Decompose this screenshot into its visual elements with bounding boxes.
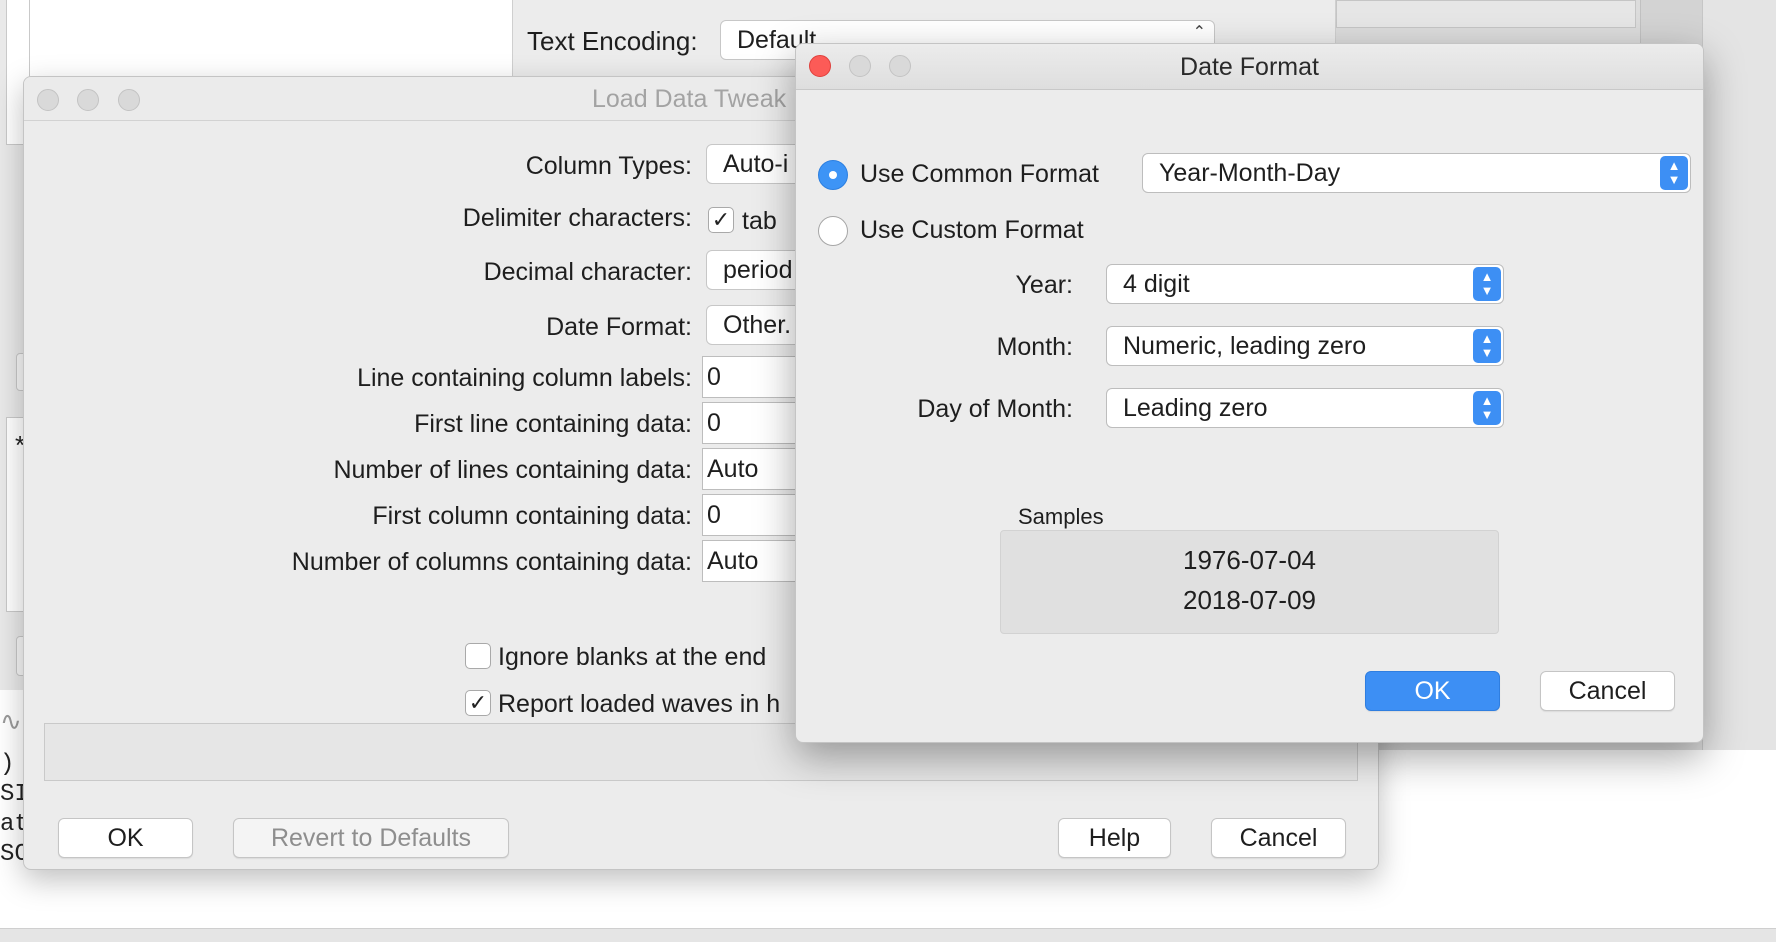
year-label: Year:	[1015, 271, 1073, 299]
report-waves-checkbox[interactable]: ✓	[465, 690, 491, 716]
day-of-month-popup[interactable]: Leading zero ▲ ▼	[1106, 388, 1504, 428]
year-popup[interactable]: 4 digit ▲ ▼	[1106, 264, 1504, 304]
month-label: Month:	[996, 333, 1073, 361]
close-window-button[interactable]	[37, 89, 59, 111]
num-columns-label: Number of columns containing data:	[291, 548, 692, 576]
ignore-blanks-checkbox[interactable]	[465, 643, 491, 669]
column-types-label: Column Types:	[525, 152, 692, 180]
zoom-window-button[interactable]	[118, 89, 140, 111]
delimiter-label: Delimiter characters:	[462, 204, 692, 232]
ok-button[interactable]: OK	[58, 818, 193, 858]
date-title-bar: Date Format	[796, 44, 1703, 90]
text-encoding-label: Text Encoding:	[527, 26, 698, 56]
num-lines-label: Number of lines containing data:	[333, 456, 692, 484]
cancel-button[interactable]: Cancel	[1211, 818, 1346, 858]
use-custom-format-radio[interactable]	[818, 216, 848, 246]
report-waves-label: Report loaded waves in h	[498, 690, 781, 718]
use-custom-format-label: Use Custom Format	[860, 216, 1084, 244]
delimiter-tab-label: tab	[742, 207, 777, 235]
background-right-column-2	[1702, 0, 1776, 750]
help-button[interactable]: Help	[1058, 818, 1171, 858]
cancel-button[interactable]: Cancel	[1540, 671, 1675, 711]
revert-to-defaults-button[interactable]: Revert to Defaults	[233, 818, 509, 858]
sample-date: 2018-07-09	[1183, 585, 1316, 615]
first-column-label: First column containing data:	[372, 502, 692, 530]
sample-date: 1976-07-04	[1183, 545, 1316, 575]
stepper-icon: ▲ ▼	[1660, 156, 1688, 190]
samples-box: 1976-07-04 2018-07-09	[1000, 530, 1499, 634]
first-line-label: First line containing data:	[414, 410, 692, 438]
samples-label: Samples	[1018, 504, 1104, 529]
month-popup[interactable]: Numeric, leading zero ▲ ▼	[1106, 326, 1504, 366]
month-value: Numeric, leading zero	[1123, 332, 1367, 360]
window-title: Load Data Tweak	[592, 85, 787, 113]
delimiter-tab-checkbox[interactable]: ✓	[708, 207, 734, 233]
ignore-blanks-label: Ignore blanks at the end	[498, 643, 767, 671]
day-of-month-label: Day of Month:	[917, 395, 1073, 423]
use-common-format-radio[interactable]	[818, 160, 848, 190]
stepper-icon: ▲ ▼	[1473, 329, 1501, 363]
background-right-box	[1336, 0, 1636, 28]
dialog-title: Date Format	[1180, 53, 1319, 81]
year-value: 4 digit	[1123, 270, 1190, 298]
line-labels-label: Line containing column labels:	[357, 364, 692, 392]
common-format-popup[interactable]: Year-Month-Day ▲ ▼	[1142, 153, 1691, 193]
background-bottom-strip	[0, 928, 1776, 942]
date-format-label: Date Format:	[546, 313, 692, 341]
date-format-window: Date Format Use Common Format Year-Month…	[795, 43, 1704, 743]
common-format-value: Year-Month-Day	[1159, 159, 1341, 187]
minimize-window-button[interactable]	[77, 89, 99, 111]
decimal-label: Decimal character:	[483, 258, 692, 286]
stepper-icon: ▲ ▼	[1473, 391, 1501, 425]
ok-button[interactable]: OK	[1365, 671, 1500, 711]
day-of-month-value: Leading zero	[1123, 394, 1268, 422]
use-common-format-label: Use Common Format	[860, 160, 1099, 188]
stepper-icon: ▲ ▼	[1473, 267, 1501, 301]
